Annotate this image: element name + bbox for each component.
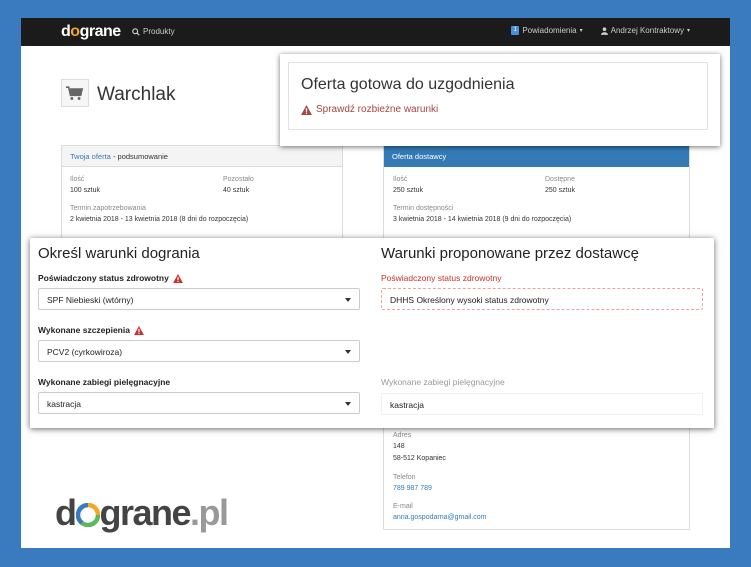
- supplier-health-label: Poświadczony status zdrowotny: [381, 273, 502, 283]
- qty-value: 100 sztuk: [70, 187, 100, 194]
- dograne-logo: d grane.pl: [55, 492, 229, 534]
- your-offer-header: Twoja oferta - podsumowanie: [62, 146, 342, 167]
- care-label-text: Wykonane zabiegi pielęgnacyjne: [38, 377, 171, 387]
- date-label: Termin zapotrzebowania: [70, 205, 146, 212]
- notifications-menu[interactable]: 1 Powiadomienia ▾: [511, 26, 583, 35]
- care-label: Wykonane zabiegi pielęgnacyjne: [38, 377, 170, 387]
- nav-products-link[interactable]: Produkty: [132, 27, 175, 36]
- address-line-1: 148: [393, 443, 405, 450]
- remaining-label: Pozostało: [223, 176, 254, 183]
- page-title: Warchlak: [97, 84, 176, 105]
- availability-date-label: Termin dostępności: [393, 205, 454, 212]
- available-label: Dostępne: [545, 176, 575, 183]
- supplier-care-label: Wykonane zabiegi pielęgnacyjne: [381, 377, 505, 387]
- brand-o-icon: o: [70, 23, 80, 40]
- warning-icon: [134, 325, 144, 335]
- availability-date-value: 3 kwietnia 2018 - 14 kwietnia 2018 (9 dn…: [393, 216, 572, 223]
- chevron-down-icon: ▾: [686, 28, 690, 34]
- cart-icon: [66, 85, 84, 100]
- user-name: Andrzej Kontraktowy: [610, 26, 684, 35]
- vaccination-label-text: Wykonane szczepienia: [38, 325, 130, 335]
- health-status-label-text: Poświadczony status zdrowotny: [38, 273, 169, 283]
- logo-o-icon: [75, 502, 100, 528]
- remaining-value: 40 sztuk: [223, 187, 250, 194]
- nav-products-label: Produkty: [143, 27, 175, 36]
- email-link[interactable]: anna.gospodarna@gmail.com: [393, 514, 487, 521]
- phone-label: Telefon: [393, 474, 416, 481]
- brand-text-start: d: [61, 23, 71, 40]
- chevron-down-icon: ▾: [579, 28, 583, 34]
- conditions-left-title: Określ warunki dogrania: [38, 245, 200, 262]
- chevron-down-icon: [345, 402, 351, 406]
- chevron-down-icon: [345, 298, 351, 302]
- offer-status-title: Oferta gotowa do uzgodnienia: [301, 76, 515, 93]
- address-label: Adres: [393, 432, 412, 439]
- available-value: 250 sztuk: [545, 187, 575, 194]
- address-line-2: 58-512 Kopaniec: [393, 455, 446, 462]
- logo-suffix: .pl: [190, 492, 229, 533]
- conditions-card: Określ warunki dogrania Warunki proponow…: [30, 238, 714, 428]
- supplier-health-field: DHHS Określony wysoki status zdrowotny: [381, 288, 703, 310]
- vaccination-select[interactable]: PCV2 (cyrkowiroza): [38, 340, 360, 362]
- logo-text-end: grane: [99, 492, 192, 533]
- supplier-offer-header: Oferta dostawcy: [384, 146, 689, 167]
- your-offer-link[interactable]: Twoja oferta: [70, 152, 111, 161]
- warning-icon: [301, 104, 312, 115]
- brand-logo[interactable]: dograne: [61, 23, 121, 41]
- notifications-badge: 1: [511, 26, 520, 35]
- warning-icon: [172, 273, 183, 283]
- vaccination-value: PCV2 (cyrkowiroza): [47, 347, 123, 357]
- app-window: dograne Produkty 1 Powiadomienia ▾ Andrz…: [21, 18, 730, 548]
- brand-text-end: grane: [79, 23, 122, 40]
- cart-icon-box: [61, 79, 89, 107]
- qty-label: Ilość: [70, 176, 85, 183]
- logo-text-start: d: [55, 492, 77, 533]
- offer-status-card: Oferta gotowa do uzgodnienia Sprawdź roz…: [280, 54, 720, 146]
- chevron-down-icon: [345, 350, 351, 354]
- offer-warning-text: Sprawdź rozbieżne warunki: [316, 104, 439, 115]
- health-status-select[interactable]: SPF Niebieski (wtórny): [38, 288, 360, 310]
- care-select[interactable]: kastracja: [38, 392, 360, 414]
- supplier-qty-value: 250 sztuk: [393, 187, 423, 194]
- search-icon: [132, 27, 140, 36]
- care-value: kastracja: [47, 399, 82, 409]
- conditions-right-title: Warunki proponowane przez dostawcę: [381, 245, 639, 262]
- health-status-value: SPF Niebieski (wtórny): [47, 295, 134, 305]
- phone-link[interactable]: 789 987 789: [393, 485, 432, 492]
- offer-warning[interactable]: Sprawdź rozbieżne warunki: [301, 104, 438, 115]
- date-value: 2 kwietnia 2018 - 13 kwietnia 2018 (8 dn…: [70, 216, 249, 223]
- notifications-label: Powiadomienia: [522, 26, 577, 35]
- user-menu[interactable]: Andrzej Kontraktowy ▾: [600, 26, 690, 35]
- email-label: E-mail: [393, 503, 413, 510]
- user-icon: [600, 26, 608, 35]
- offer-status-inner: Oferta gotowa do uzgodnienia Sprawdź roz…: [288, 62, 708, 130]
- supplier-care-field: kastracja: [381, 393, 703, 415]
- top-navbar: dograne Produkty 1 Powiadomienia ▾ Andrz…: [21, 18, 730, 46]
- your-offer-header-rest: - podsumowanie: [110, 152, 168, 161]
- health-status-label: Poświadczony status zdrowotny: [38, 273, 183, 283]
- nav-right: 1 Powiadomienia ▾ Andrzej Kontraktowy ▾: [511, 26, 690, 35]
- vaccination-label: Wykonane szczepienia: [38, 325, 144, 335]
- supplier-qty-label: Ilość: [393, 176, 408, 183]
